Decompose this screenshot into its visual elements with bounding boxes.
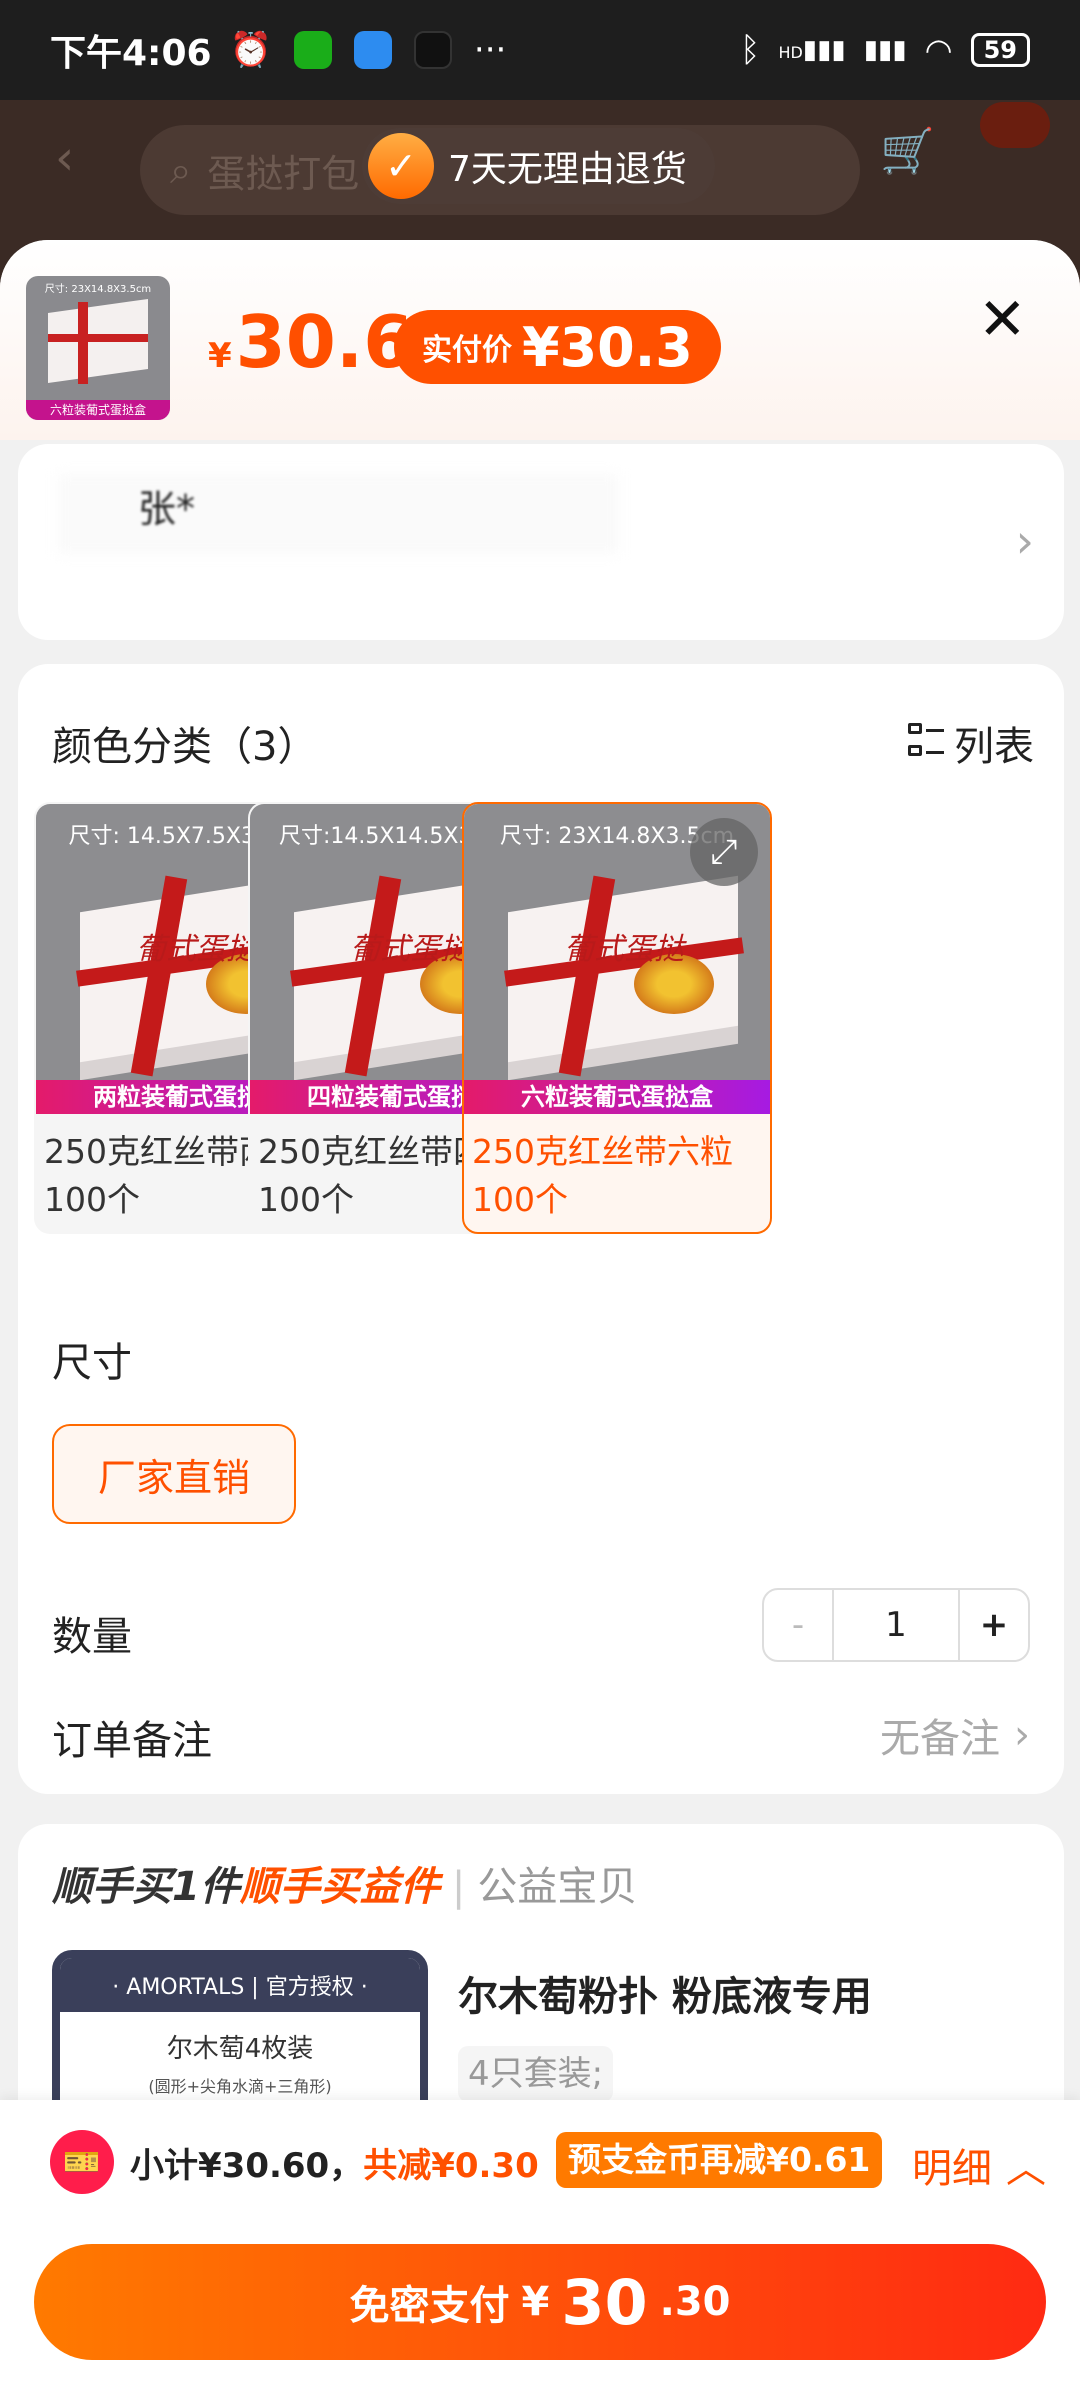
- product-price: ¥30.6: [208, 300, 413, 384]
- order-remark-title: 订单备注: [52, 1718, 212, 1764]
- wifi-icon: ◠: [924, 31, 953, 69]
- variant-image: 尺寸: 23X14.8X3.5cm 葡式蛋挞 ⤢ 六粒装葡式蛋挞盒: [464, 804, 770, 1114]
- tiktok-icon: [413, 31, 452, 69]
- actual-price-value: ¥30.3: [522, 315, 693, 379]
- product-thumbnail[interactable]: 尺寸: 23X14.8X3.5cm 六粒装葡式蛋挞盒: [26, 276, 170, 420]
- bluetooth-icon: ᛒ: [740, 30, 761, 70]
- pay-button[interactable]: 免密支付 ¥30.30: [34, 2244, 1046, 2360]
- coin-discount-tag: 预支金币再减¥0.61: [556, 2132, 883, 2188]
- return-policy-badge: ✓ 7天无理由退货: [362, 128, 715, 204]
- signal-icon-2: ▮▮▮: [863, 35, 907, 65]
- title-divider: |: [451, 1864, 466, 1910]
- signal-icon: HD▮▮▮: [778, 35, 846, 65]
- network-label: HD: [778, 43, 803, 62]
- search-placeholder: 蛋挞打包: [207, 151, 360, 196]
- variant-option-selected[interactable]: 尺寸: 23X14.8X3.5cm 葡式蛋挞 ⤢ 六粒装葡式蛋挞盒 250克红丝…: [462, 802, 772, 1234]
- app-icon: [353, 31, 392, 69]
- price-detail-button[interactable]: 明细 ︿: [912, 2136, 1046, 2194]
- recommendation-title-a: 顺手买1件: [52, 1864, 240, 1910]
- list-icon: [908, 723, 944, 763]
- expand-icon[interactable]: ⤢: [690, 818, 758, 886]
- pay-amount-int: 30: [561, 2265, 648, 2339]
- order-remark-value: 无备注: [880, 1716, 1000, 1762]
- alarm-icon: ⏰: [229, 30, 272, 70]
- recommended-image-sub: (圆形+尖角水滴+三角形): [148, 2077, 332, 2096]
- subtotal: 小计¥30.60，共减¥0.30: [130, 2138, 539, 2187]
- chevron-up-icon: ︿: [1006, 2146, 1046, 2192]
- sku-selector-sheet: 尺寸: 23X14.8X3.5cm 六粒装葡式蛋挞盒 ¥30.6 实付价 ¥30…: [0, 240, 1080, 2400]
- cart-icon[interactable]: 🛒: [880, 125, 935, 177]
- status-app-icons: ⏰ ···: [230, 30, 507, 70]
- thumbnail-size-text: 尺寸: 23X14.8X3.5cm: [44, 284, 152, 295]
- recommendation-title-b: 顺手买益件: [239, 1864, 440, 1910]
- charity-label: 公益宝贝: [477, 1864, 638, 1910]
- back-icon[interactable]: ‹: [55, 130, 74, 186]
- quantity-decrease-button[interactable]: -: [764, 1590, 834, 1660]
- quantity-increase-button[interactable]: +: [958, 1590, 1028, 1660]
- subtotal-text: 小计¥30.60，: [130, 2146, 364, 2186]
- recommended-product-name[interactable]: 尔木萄粉扑 粉底液专用: [458, 1964, 872, 2022]
- price-value: 30.6: [235, 300, 414, 384]
- list-view-label: 列表: [954, 724, 1034, 770]
- recommended-product-spec[interactable]: 4只套装;: [458, 2046, 614, 2102]
- pay-amount-dec: .30: [659, 2279, 731, 2325]
- address-card[interactable]: 张* ›: [18, 444, 1064, 640]
- color-section-title: 颜色分类（3）: [52, 724, 318, 770]
- discount-text: 共减¥0.30: [363, 2146, 539, 2186]
- close-icon[interactable]: ✕: [978, 290, 1027, 348]
- quantity-stepper: - 1 +: [762, 1588, 1030, 1662]
- battery-icon: 59: [970, 33, 1030, 67]
- checkout-bar: 🎫 小计¥30.60，共减¥0.30 预支金币再减¥0.61 明细 ︿ 免密支付…: [0, 2100, 1080, 2400]
- quantity-title: 数量: [52, 1614, 132, 1660]
- chevron-right-icon: ›: [1014, 1712, 1030, 1758]
- variant-image-title: 葡式蛋挞: [350, 932, 470, 967]
- thumbnail-label: 六粒装葡式蛋挞盒: [26, 400, 170, 420]
- actual-price-label: 实付价: [422, 333, 512, 368]
- recommendation-title: 顺手买1件顺手买益件 | 公益宝贝: [52, 1854, 637, 1912]
- order-remark-row[interactable]: 无备注 ›: [880, 1706, 1030, 1764]
- search-icon: ⌕: [170, 147, 192, 192]
- status-bar: 下午4:06 ⏰ ··· ᛒ HD▮▮▮ ▮▮▮ ◠ 59: [0, 0, 1080, 100]
- quantity-input[interactable]: 1: [834, 1590, 958, 1660]
- variant-image-title: 葡式蛋挞: [136, 932, 256, 967]
- pay-button-label: 免密支付: [349, 2283, 510, 2329]
- size-option-selected[interactable]: 厂家直销: [52, 1424, 296, 1524]
- options-card: 颜色分类（3） 列表 尺寸: 14.5X7.5X3.5cm 葡式蛋挞 ⤢ 两粒装…: [18, 664, 1064, 1794]
- pay-currency: ¥: [521, 2279, 550, 2325]
- price-currency: ¥: [208, 336, 232, 376]
- variant-image-label: 六粒装葡式蛋挞盒: [464, 1080, 770, 1114]
- list-view-button[interactable]: 列表: [908, 714, 1034, 772]
- variant-text: 250克红丝带六粒100个: [472, 1132, 733, 1219]
- ribbon-graphic-vertical: [78, 302, 88, 384]
- status-right: ᛒ HD▮▮▮ ▮▮▮ ◠ 59: [740, 30, 1030, 70]
- return-policy-text: 7天无理由退货: [448, 149, 687, 190]
- ribbon-graphic: [48, 334, 148, 342]
- recommended-image-band: · AMORTALS | 官方授权 ·: [60, 1958, 420, 2012]
- more-menu-icon[interactable]: [980, 102, 1050, 148]
- recommended-image-title: 尔木萄4枚装: [166, 2034, 314, 2064]
- actual-price-badge: 实付价 ¥30.3: [394, 310, 721, 384]
- status-time: 下午4:06: [50, 33, 212, 74]
- wechat-icon: [293, 31, 332, 69]
- shield-check-icon: ✓: [368, 133, 434, 199]
- size-section-title: 尺寸: [52, 1340, 132, 1386]
- chevron-right-icon: ›: [1015, 514, 1034, 568]
- more-notifications-icon: ···: [473, 30, 507, 70]
- coupon-icon: 🎫: [50, 2130, 114, 2194]
- variant-image-title: 葡式蛋挞: [564, 932, 684, 967]
- price-detail-label: 明细: [912, 2146, 992, 2192]
- recipient-name: 张*: [138, 487, 196, 531]
